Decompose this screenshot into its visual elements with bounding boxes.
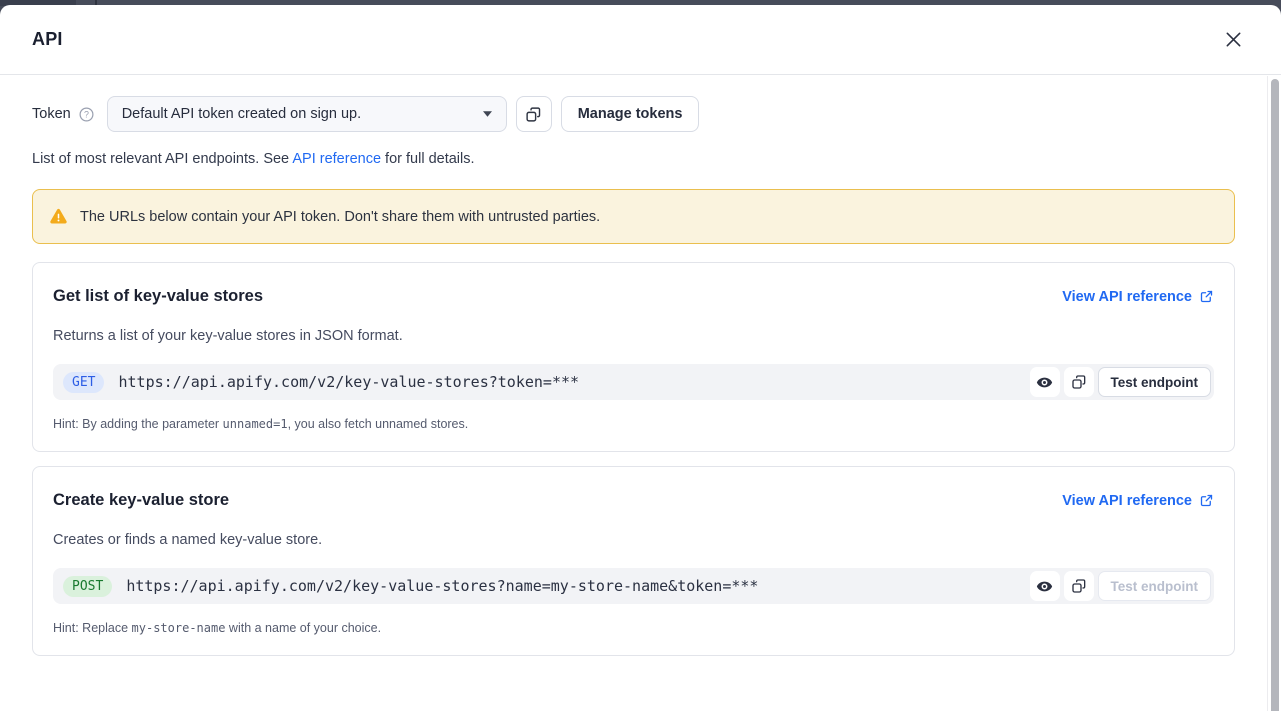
endpoint-card-get-list: Get list of key-value stores View API re… <box>32 262 1235 452</box>
endpoint-url-bar: POST https://api.apify.com/v2/key-value-… <box>53 568 1214 604</box>
view-api-reference-link[interactable]: View API reference <box>1062 493 1214 509</box>
show-token-button[interactable] <box>1030 367 1060 397</box>
api-reference-link[interactable]: API reference <box>292 151 381 167</box>
token-select-value: Default API token created on sign up. <box>122 106 361 122</box>
scrollbar-thumb[interactable] <box>1271 79 1279 711</box>
endpoint-url: https://api.apify.com/v2/key-value-store… <box>118 373 1029 391</box>
endpoint-url: https://api.apify.com/v2/key-value-store… <box>126 577 1029 595</box>
external-link-icon <box>1199 493 1214 508</box>
manage-tokens-button[interactable]: Manage tokens <box>561 96 700 132</box>
close-button[interactable] <box>1220 26 1247 53</box>
method-badge: POST <box>63 576 112 597</box>
hint-code: unnamed=1 <box>223 417 288 431</box>
test-endpoint-button[interactable]: Test endpoint <box>1098 367 1212 397</box>
intro-text: List of most relevant API endpoints. See… <box>32 149 1235 169</box>
modal-body: Token ? Default API token created on sig… <box>0 75 1281 656</box>
token-row: Token ? Default API token created on sig… <box>32 96 1235 132</box>
hint-text-after: , you also fetch unnamed stores. <box>288 417 469 431</box>
close-icon <box>1224 30 1243 49</box>
test-endpoint-button[interactable]: Test endpoint <box>1098 571 1212 601</box>
endpoint-hint: Hint: By adding the parameter unnamed=1,… <box>53 417 1214 431</box>
scrollbar[interactable] <box>1267 76 1281 711</box>
method-badge: GET <box>63 372 104 393</box>
card-title: Get list of key-value stores <box>53 287 263 306</box>
token-label: Token <box>32 106 71 122</box>
card-title: Create key-value store <box>53 491 229 510</box>
view-api-reference-link[interactable]: View API reference <box>1062 289 1214 305</box>
card-description: Returns a list of your key-value stores … <box>53 328 1214 344</box>
endpoint-actions: Test endpoint <box>1030 571 1212 601</box>
endpoint-url-bar: GET https://api.apify.com/v2/key-value-s… <box>53 364 1214 400</box>
show-token-button[interactable] <box>1030 571 1060 601</box>
card-description: Creates or finds a named key-value store… <box>53 532 1214 548</box>
intro-text-after: for full details. <box>381 151 475 167</box>
token-select[interactable]: Default API token created on sign up. <box>107 96 507 132</box>
eye-icon <box>1036 374 1053 391</box>
endpoint-card-create-store: Create key-value store View API referenc… <box>32 466 1235 656</box>
hint-code: my-store-name <box>132 621 226 635</box>
copy-token-button[interactable] <box>516 96 552 132</box>
card-head: Create key-value store View API referenc… <box>53 491 1214 510</box>
copy-url-button[interactable] <box>1064 571 1094 601</box>
view-api-reference-label: View API reference <box>1062 493 1192 509</box>
warning-icon <box>49 207 68 226</box>
eye-icon <box>1036 578 1053 595</box>
copy-url-button[interactable] <box>1064 367 1094 397</box>
view-api-reference-label: View API reference <box>1062 289 1192 305</box>
modal-title: API <box>32 29 63 50</box>
hint-text-before: Hint: Replace <box>53 621 132 635</box>
chevron-down-icon <box>483 111 492 117</box>
endpoint-actions: Test endpoint <box>1030 367 1212 397</box>
warning-text: The URLs below contain your API token. D… <box>80 209 600 225</box>
intro-text-before: List of most relevant API endpoints. See <box>32 151 292 167</box>
modal-header: API <box>0 5 1281 75</box>
warning-banner: The URLs below contain your API token. D… <box>32 189 1235 244</box>
copy-icon <box>1071 374 1087 390</box>
external-link-icon <box>1199 289 1214 304</box>
copy-icon <box>1071 578 1087 594</box>
api-modal: API Token ? Default API token created on… <box>0 5 1281 711</box>
card-head: Get list of key-value stores View API re… <box>53 287 1214 306</box>
help-icon[interactable]: ? <box>79 107 94 122</box>
copy-icon <box>525 106 542 123</box>
hint-text-after: with a name of your choice. <box>225 621 381 635</box>
svg-text:?: ? <box>84 109 89 119</box>
hint-text-before: Hint: By adding the parameter <box>53 417 223 431</box>
endpoint-hint: Hint: Replace my-store-name with a name … <box>53 621 1214 635</box>
